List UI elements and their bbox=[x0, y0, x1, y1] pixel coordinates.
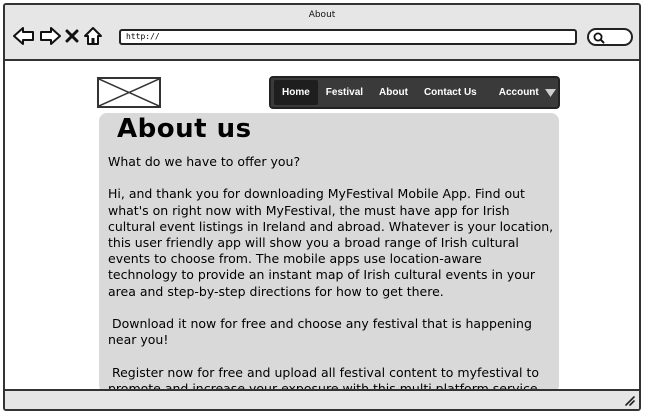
logo-placeholder bbox=[97, 77, 161, 108]
browser-nav-icons bbox=[13, 23, 103, 49]
chevron-down-icon[interactable] bbox=[544, 83, 556, 102]
download-paragraph: Download it now for free and choose any … bbox=[108, 316, 536, 348]
nav-about[interactable]: About bbox=[371, 80, 416, 105]
about-text: What do we have to offer you? Hi, and th… bbox=[108, 154, 554, 391]
close-icon[interactable] bbox=[65, 28, 79, 44]
nav-home[interactable]: Home bbox=[274, 80, 318, 105]
intro-paragraph: What do we have to offer you? bbox=[108, 154, 301, 169]
image-placeholder-icon bbox=[99, 79, 159, 106]
resize-grip-icon[interactable] bbox=[623, 394, 635, 406]
status-bar bbox=[5, 389, 639, 409]
browser-titlebar: About http:// bbox=[5, 5, 639, 61]
search-input[interactable] bbox=[587, 28, 633, 46]
register-paragraph: Register now for free and upload all fes… bbox=[108, 364, 544, 391]
window-title: About bbox=[308, 10, 336, 20]
page-title: About us bbox=[117, 114, 252, 144]
description-paragraph: Hi, and thank you for downloading MyFest… bbox=[108, 186, 554, 299]
page-content: Home Festival About Contact Us Account A… bbox=[5, 63, 639, 391]
nav-festival[interactable]: Festival bbox=[318, 80, 371, 105]
nav-account[interactable]: Account bbox=[495, 80, 543, 105]
home-icon[interactable] bbox=[83, 26, 103, 46]
url-input[interactable]: http:// bbox=[119, 29, 577, 45]
main-navbar: Home Festival About Contact Us Account bbox=[269, 76, 560, 109]
forward-arrow-icon[interactable] bbox=[39, 27, 61, 45]
back-arrow-icon[interactable] bbox=[13, 27, 35, 45]
browser-window: About http:// Home Festival About Contac… bbox=[3, 3, 641, 411]
about-panel: About us What do we have to offer you? H… bbox=[99, 113, 559, 391]
nav-contact-us[interactable]: Contact Us bbox=[416, 80, 485, 105]
search-icon bbox=[593, 32, 605, 44]
